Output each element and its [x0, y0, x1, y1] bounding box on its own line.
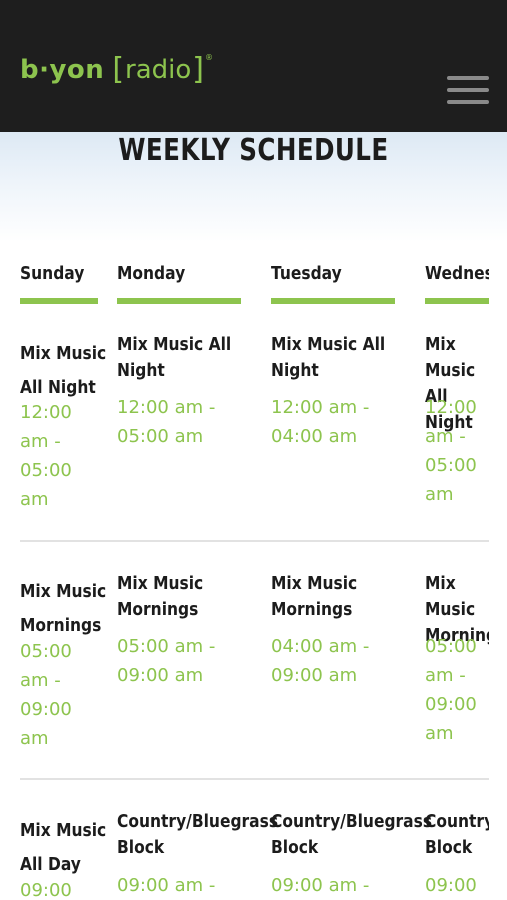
show-time: 12:00 am - 05:00 am	[117, 397, 216, 447]
row-divider	[20, 540, 489, 542]
show-time: 04:00 am - 09:00 am	[271, 636, 370, 686]
show-time: 09:00 am -	[271, 875, 370, 896]
show-title[interactable]: Mix Music All Day	[20, 814, 106, 882]
show-title[interactable]: Mix Music Mornings	[20, 575, 106, 643]
show-time: 05:00 am - 09:00 am	[117, 636, 216, 686]
show-title[interactable]: Country/Bluegrass Block	[425, 809, 489, 861]
show-time: 12:00 am - 04:00 am	[271, 397, 370, 447]
show-time: 09:00 am -	[425, 875, 477, 896]
show-title[interactable]: Country/Bluegrass Block	[117, 809, 278, 861]
day-header-tuesday[interactable]: Tuesday	[271, 263, 342, 284]
show-time: 12:00 am - 05:00 am	[20, 402, 72, 510]
day-underline-sunday	[20, 298, 98, 304]
show-time: 05:00 am - 09:00 am	[425, 636, 477, 744]
show-title[interactable]: Mix Music All Night	[117, 332, 231, 384]
show-title[interactable]: Mix Music All Night	[20, 337, 106, 405]
show-title[interactable]: Mix Music All Night	[271, 332, 385, 384]
weekly-schedule: Sunday Monday Tuesday Wednesday Mix Musi…	[0, 0, 507, 900]
show-time: 05:00 am - 09:00 am	[20, 641, 72, 749]
show-time: 12:00 am - 05:00 am	[425, 397, 477, 505]
show-title[interactable]: Mix Music Mornings	[271, 571, 357, 623]
show-time: 09:00	[20, 880, 72, 900]
day-underline-tuesday	[271, 298, 395, 304]
day-underline-wednesday	[425, 298, 489, 304]
day-header-wednesday[interactable]: Wednesday	[425, 263, 489, 284]
row-divider	[20, 778, 489, 780]
day-underline-monday	[117, 298, 241, 304]
show-time: 09:00 am -	[117, 875, 216, 896]
schedule-columns: Sunday Monday Tuesday Wednesday Mix Musi…	[0, 0, 489, 900]
day-header-sunday[interactable]: Sunday	[20, 263, 84, 284]
show-title[interactable]: Mix Music Mornings	[117, 571, 203, 623]
show-title[interactable]: Country/Bluegrass Block	[271, 809, 432, 861]
day-header-monday[interactable]: Monday	[117, 263, 185, 284]
